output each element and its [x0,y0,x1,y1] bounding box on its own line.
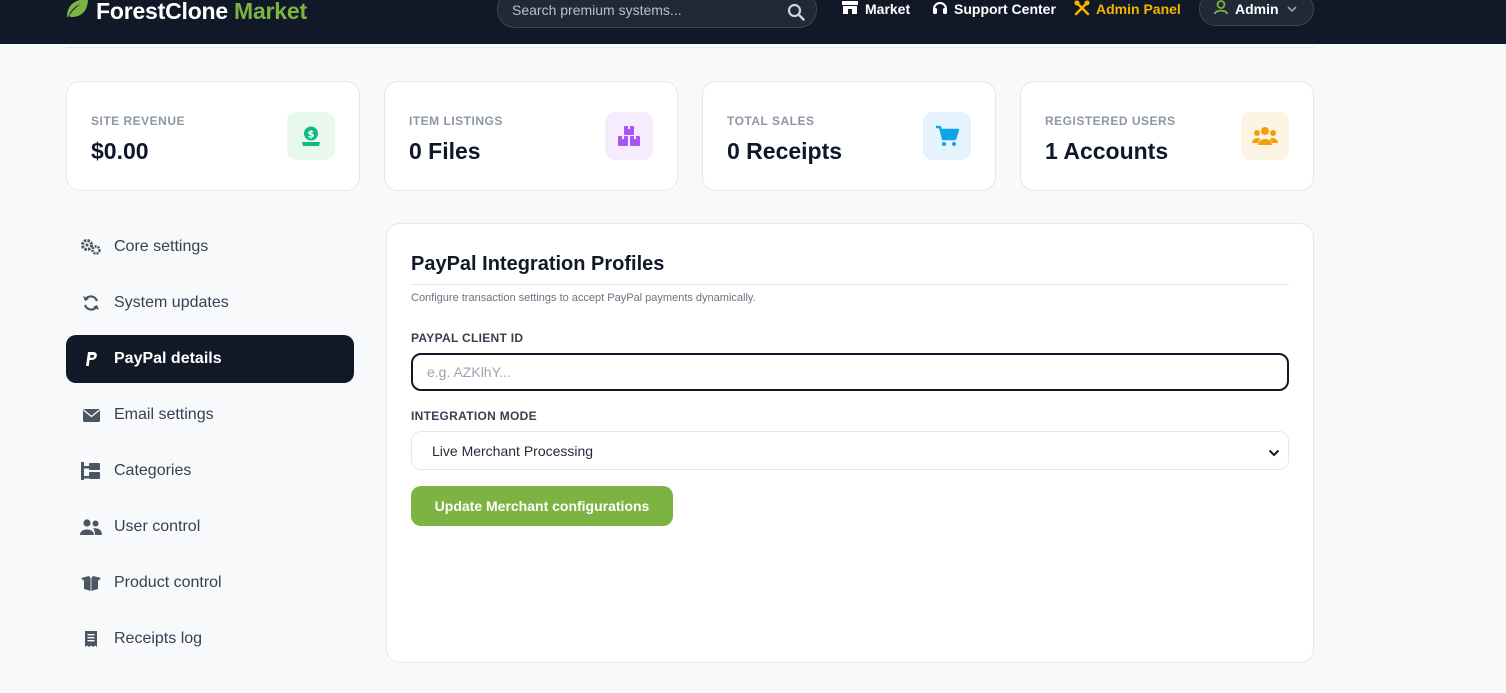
integration-mode-value: Live Merchant Processing [432,442,594,459]
paypal-settings-panel: PayPal Integration Profiles Configure tr… [386,223,1314,663]
sync-icon [80,294,102,312]
gears-icon [80,239,102,255]
nav-support-link[interactable]: Support Center [932,0,1056,18]
stat-card-users: REGISTERED USERS 1 Accounts [1020,81,1314,191]
boxes-icon [605,112,653,160]
nav-market-link[interactable]: Market [841,0,910,18]
sidebar-item-product-control[interactable]: Product control [66,559,354,607]
panel-description: Configure transaction settings to accept… [411,292,756,304]
search-icon[interactable] [787,3,805,26]
top-navbar: ForestClone Market Market Support Center… [0,0,1506,44]
stat-card-revenue: SITE REVENUE $0.00 $ [66,81,360,191]
sidebar-item-categories[interactable]: Categories [66,447,354,495]
paypal-client-id-input[interactable] [411,353,1289,391]
user-name: Admin [1235,1,1279,17]
envelope-icon [80,408,102,422]
leaf-icon [64,0,90,26]
receipt-icon [80,631,102,647]
stat-card-sales: TOTAL SALES 0 Receipts [702,81,996,191]
store-icon [841,0,859,18]
money-icon: $ [287,112,335,160]
svg-text:$: $ [308,130,315,141]
integration-mode-select[interactable]: Live Merchant Processing [411,431,1289,470]
sidebar-item-email-settings[interactable]: Email settings [66,391,354,439]
tools-icon [1074,0,1090,19]
panel-title: PayPal Integration Profiles [411,253,665,275]
user-menu-button[interactable]: Admin [1199,0,1314,26]
sidebar-item-receipts-log[interactable]: Receipts log [66,615,354,663]
panel-divider [411,284,1289,285]
sidebar-item-user-control[interactable]: User control [66,503,354,551]
header-divider [66,47,1314,48]
users-icon [1241,112,1289,160]
update-merchant-button[interactable]: Update Merchant configurations [411,486,673,526]
cart-icon [923,112,971,160]
headset-icon [932,0,948,19]
user-icon [1214,0,1228,18]
brand-logo[interactable]: ForestClone Market [64,0,307,26]
client-id-label: PAYPAL CLIENT ID [411,331,524,345]
paypal-icon [80,351,102,367]
nav-admin-panel-link[interactable]: Admin Panel [1074,0,1181,18]
search-input[interactable] [512,0,772,20]
chevron-down-icon [1286,1,1298,17]
integration-mode-label: INTEGRATION MODE [411,409,537,423]
box-open-icon [80,575,102,591]
sidebar-item-system-updates[interactable]: System updates [66,279,354,327]
sidebar-item-paypal-details[interactable]: PayPal details [66,335,354,383]
users-icon [80,519,102,535]
sidebar-item-core-settings[interactable]: Core settings [66,223,354,271]
search-bar [497,0,817,28]
brand-name: ForestClone [96,0,228,24]
stat-card-listings: ITEM LISTINGS 0 Files [384,81,678,191]
brand-name-accent: Market [233,0,307,24]
sitemap-icon [80,462,102,480]
chevron-down-icon [1268,445,1280,461]
